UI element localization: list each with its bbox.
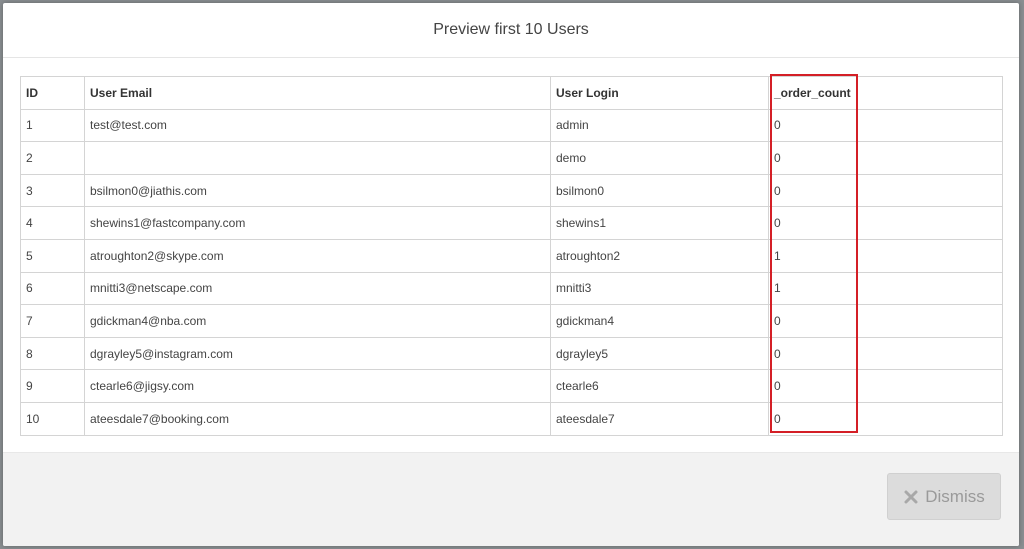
cell-id: 2 bbox=[20, 141, 85, 175]
cell-id: 4 bbox=[20, 206, 85, 240]
cell-login: gdickman4 bbox=[550, 304, 769, 338]
close-icon bbox=[903, 489, 919, 505]
cell-id: 1 bbox=[20, 108, 85, 143]
table-row: 10 ateesdale7@booking.com ateesdale7 0 bbox=[20, 401, 1003, 436]
column-header-id: ID bbox=[20, 76, 85, 110]
cell-email: dgrayley5@instagram.com bbox=[84, 336, 551, 371]
cell-order-count: 0 bbox=[768, 206, 1003, 240]
cell-id: 7 bbox=[20, 304, 85, 338]
table-row: 4 shewins1@fastcompany.com shewins1 0 bbox=[20, 206, 1003, 240]
cell-order-count: 1 bbox=[768, 271, 1003, 306]
cell-id: 3 bbox=[20, 173, 85, 208]
table-row: 8 dgrayley5@instagram.com dgrayley5 0 bbox=[20, 336, 1003, 371]
cell-login: dgrayley5 bbox=[550, 336, 769, 371]
modal-body: ID User Email User Login _order_count 1 … bbox=[3, 58, 1019, 452]
cell-email: atroughton2@skype.com bbox=[84, 238, 551, 273]
cell-order-count: 0 bbox=[768, 108, 1003, 143]
table-row: 7 gdickman4@nba.com gdickman4 0 bbox=[20, 304, 1003, 338]
cell-order-count: 0 bbox=[768, 304, 1003, 338]
users-preview-table: ID User Email User Login _order_count 1 … bbox=[20, 76, 1003, 436]
column-header-order-count: _order_count bbox=[768, 76, 1003, 110]
cell-id: 5 bbox=[20, 238, 85, 273]
cell-login: ctearle6 bbox=[550, 369, 769, 403]
cell-email bbox=[84, 141, 551, 175]
cell-email: mnitti3@netscape.com bbox=[84, 271, 551, 306]
modal-footer: Dismiss bbox=[3, 452, 1019, 546]
modal-header: Preview first 10 Users bbox=[3, 3, 1019, 58]
cell-order-count: 0 bbox=[768, 336, 1003, 371]
table-row: 5 atroughton2@skype.com atroughton2 1 bbox=[20, 238, 1003, 273]
cell-id: 10 bbox=[20, 401, 85, 436]
cell-login: shewins1 bbox=[550, 206, 769, 240]
cell-login: demo bbox=[550, 141, 769, 175]
cell-login: mnitti3 bbox=[550, 271, 769, 306]
cell-email: bsilmon0@jiathis.com bbox=[84, 173, 551, 208]
cell-order-count: 0 bbox=[768, 369, 1003, 403]
column-header-login: User Login bbox=[550, 76, 769, 110]
preview-users-modal: Preview first 10 Users ID User Email Use… bbox=[3, 3, 1019, 546]
cell-login: ateesdale7 bbox=[550, 401, 769, 436]
cell-email: shewins1@fastcompany.com bbox=[84, 206, 551, 240]
dismiss-label: Dismiss bbox=[925, 486, 985, 506]
cell-order-count: 0 bbox=[768, 401, 1003, 436]
table-header-row: ID User Email User Login _order_count bbox=[20, 76, 1003, 110]
cell-email: test@test.com bbox=[84, 108, 551, 143]
cell-id: 9 bbox=[20, 369, 85, 403]
cell-id: 8 bbox=[20, 336, 85, 371]
table-row: 6 mnitti3@netscape.com mnitti3 1 bbox=[20, 271, 1003, 306]
cell-order-count: 0 bbox=[768, 173, 1003, 208]
table-row: 9 ctearle6@jigsy.com ctearle6 0 bbox=[20, 369, 1003, 403]
dismiss-button[interactable]: Dismiss bbox=[887, 473, 1001, 520]
cell-login: bsilmon0 bbox=[550, 173, 769, 208]
cell-login: atroughton2 bbox=[550, 238, 769, 273]
modal-title: Preview first 10 Users bbox=[433, 21, 589, 38]
column-header-email: User Email bbox=[84, 76, 551, 110]
cell-order-count: 1 bbox=[768, 238, 1003, 273]
table-row: 3 bsilmon0@jiathis.com bsilmon0 0 bbox=[20, 173, 1003, 208]
cell-order-count: 0 bbox=[768, 141, 1003, 175]
table-row: 1 test@test.com admin 0 bbox=[20, 108, 1003, 143]
cell-login: admin bbox=[550, 108, 769, 143]
cell-email: gdickman4@nba.com bbox=[84, 304, 551, 338]
cell-email: ateesdale7@booking.com bbox=[84, 401, 551, 436]
table-row: 2 demo 0 bbox=[20, 141, 1003, 175]
cell-email: ctearle6@jigsy.com bbox=[84, 369, 551, 403]
cell-id: 6 bbox=[20, 271, 85, 306]
